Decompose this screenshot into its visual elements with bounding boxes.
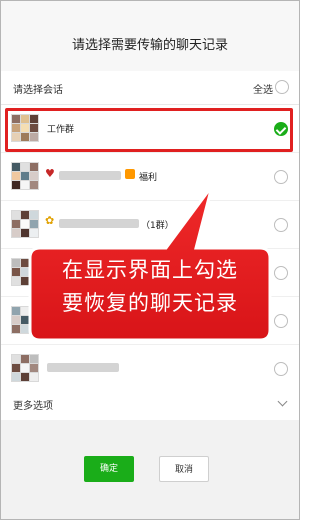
chat-check-radio[interactable] [274, 170, 288, 184]
callout-text: 在显示界面上勾选 要恢复的聊天记录 [28, 254, 272, 320]
blurred-name [47, 363, 119, 372]
gift-icon [125, 169, 135, 179]
confirm-button[interactable]: 确定 [84, 456, 134, 482]
chat-check-radio[interactable] [274, 266, 288, 280]
group-avatar [11, 162, 39, 190]
select-conversations-bar: 请选择会话 全选 [1, 71, 299, 105]
more-options-row[interactable]: 更多选项 [1, 388, 299, 420]
blurred-name [59, 219, 139, 228]
more-options-label: 更多选项 [13, 401, 53, 412]
chat-check-radio[interactable] [274, 218, 288, 232]
chat-row-fuli[interactable]: ♥ 福利 [1, 154, 299, 201]
chat-check-radio[interactable] [274, 314, 288, 328]
selected-row-highlight [5, 108, 293, 152]
chat-check-radio[interactable] [274, 362, 288, 376]
chat-name: （1群） [141, 221, 174, 231]
select-conversations-label: 请选择会话 [13, 85, 63, 96]
callout-line-2: 要恢复的聊天记录 [62, 291, 238, 315]
cancel-button[interactable]: 取消 [159, 456, 209, 482]
chevron-down-icon [277, 396, 288, 407]
select-all-label[interactable]: 全选 [253, 81, 273, 96]
chat-row-group-1[interactable]: ✿ （1群） [1, 202, 299, 249]
group-avatar [11, 354, 39, 382]
select-all-radio[interactable] [275, 80, 289, 94]
sunflower-icon: ✿ [45, 214, 55, 227]
chat-name: 福利 [139, 173, 158, 183]
blurred-name [59, 171, 121, 180]
callout-line-1: 在显示界面上勾选 [62, 258, 238, 282]
title-bar: 请选择需要传输的聊天记录 [1, 1, 299, 71]
group-avatar [11, 210, 39, 238]
chat-row-blurred[interactable] [1, 346, 299, 392]
heart-icon: ♥ [45, 167, 55, 180]
page-title: 请选择需要传输的聊天记录 [71, 38, 228, 53]
